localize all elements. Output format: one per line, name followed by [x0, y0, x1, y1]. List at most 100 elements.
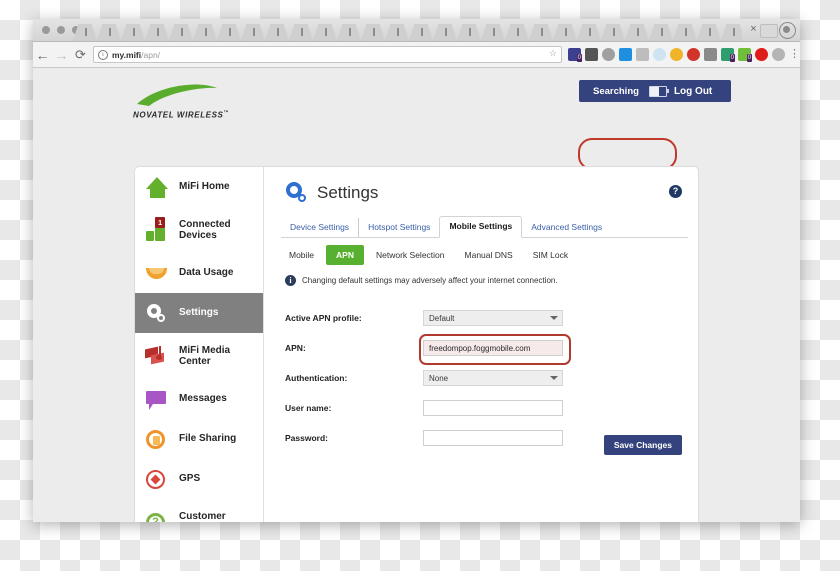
browser-tab[interactable] [457, 24, 481, 41]
sidebar-item-label: Data Usage [179, 267, 234, 279]
close-window-button[interactable] [42, 26, 50, 34]
field-label: Active APN profile: [285, 313, 362, 323]
browser-tab[interactable] [385, 24, 409, 41]
browser-tab[interactable] [601, 24, 625, 41]
tab-close-icon[interactable]: × [747, 23, 760, 36]
browser-tab[interactable] [73, 24, 97, 41]
browser-tab[interactable] [265, 24, 289, 41]
tab-hotspot-settings[interactable]: Hotspot Settings [359, 218, 439, 237]
main-panel: Settings ? Device Settings Hotspot Settin… [263, 167, 698, 522]
extension-8[interactable] [687, 48, 700, 61]
extension-11[interactable]: 0 [738, 48, 752, 62]
browser-tab[interactable] [649, 24, 673, 41]
browser-tab[interactable] [721, 24, 742, 41]
minimize-window-button[interactable] [57, 26, 65, 34]
subtab-sim-lock[interactable]: SIM Lock [525, 246, 576, 264]
browser-tab[interactable] [361, 24, 385, 41]
extension-5[interactable] [636, 48, 649, 61]
sidebar-item-label: MiFi Media Center [179, 344, 231, 368]
info-circle-icon[interactable]: i [98, 49, 108, 60]
browser-tab-strip[interactable] [73, 19, 742, 41]
extension-13[interactable] [772, 48, 785, 61]
extension-12[interactable] [755, 48, 768, 61]
apn-input[interactable]: freedompop.foggmobile.com [423, 340, 563, 356]
extension-2[interactable] [585, 48, 598, 61]
gear-icon [145, 301, 170, 326]
star-icon[interactable]: ☆ [549, 48, 557, 59]
sidebar-item-gps[interactable]: GPS [135, 459, 263, 499]
browser-window: × ← → ⟳ i my.mifi/apn/ ☆ 0 0 0 ⋮ NOVATEL W… [33, 19, 800, 522]
browser-tab[interactable] [433, 24, 457, 41]
authentication-select[interactable]: None [423, 370, 563, 386]
browser-tab[interactable] [505, 24, 529, 41]
browser-tab[interactable] [673, 24, 697, 41]
tab-device-settings[interactable]: Device Settings [281, 218, 360, 237]
subtab-manual-dns[interactable]: Manual DNS [457, 246, 521, 264]
extension-icons[interactable]: 0 0 0 [568, 48, 789, 62]
media-icon [145, 344, 170, 369]
browser-tab[interactable] [553, 24, 577, 41]
browser-tab[interactable] [169, 24, 193, 41]
mobile-subtabs[interactable]: Mobile APN Network Selection Manual DNS SIM … [281, 245, 576, 265]
subtab-mobile[interactable]: Mobile [281, 246, 322, 264]
sidebar-item-messages[interactable]: Messages [135, 379, 263, 419]
browser-tab[interactable] [577, 24, 601, 41]
sidebar-item-data-usage[interactable]: Data Usage [135, 253, 263, 293]
sidebar-item-mifi-home[interactable]: MiFi Home [135, 167, 263, 207]
browser-tab[interactable] [481, 24, 505, 41]
browser-tab[interactable] [313, 24, 337, 41]
field-control: None [423, 370, 563, 386]
sidebar-item-customer-support[interactable]: ? CustomerSupport [135, 499, 263, 522]
save-changes-button[interactable]: Save Changes [603, 435, 682, 455]
new-tab-button[interactable] [760, 24, 778, 38]
subtab-network-selection[interactable]: Network Selection [368, 246, 453, 264]
extension-10[interactable]: 0 [721, 48, 735, 62]
user-name-input[interactable] [423, 400, 563, 416]
extension-3[interactable] [602, 48, 615, 61]
browser-tab[interactable] [625, 24, 649, 41]
extension-4[interactable] [619, 48, 632, 61]
browser-tab[interactable] [289, 24, 313, 41]
settings-tabs[interactable]: Device Settings Hotspot Settings Mobile Se… [281, 215, 688, 238]
field-control [423, 430, 563, 446]
notice-message: i Changing default settings may adversel… [285, 275, 558, 286]
connected-devices-badge: 1 [155, 216, 166, 228]
extension-1[interactable]: 0 [568, 48, 582, 62]
extension-6[interactable] [653, 48, 666, 61]
browser-tab[interactable] [121, 24, 145, 41]
sidebar-item-mifi-media-center[interactable]: MiFi Media Center [135, 333, 263, 379]
profile-icon[interactable] [779, 22, 796, 39]
forward-arrow-icon[interactable]: → [52, 48, 71, 62]
help-icon[interactable]: ? [669, 185, 682, 198]
sidebar-item-label: File Sharing [179, 433, 237, 445]
tab-advanced-settings[interactable]: Advanced Settings [522, 218, 611, 237]
sidebar-item-settings[interactable]: Settings [135, 293, 263, 333]
extension-badge: 0 [746, 54, 752, 62]
reload-icon[interactable]: ⟳ [71, 48, 90, 61]
browser-tab[interactable] [529, 24, 553, 41]
sidebar-item-connected-devices[interactable]: 1 Connected Devices [135, 207, 263, 253]
subtab-apn[interactable]: APN [326, 245, 364, 265]
chevron-down-icon [550, 376, 558, 380]
browser-tab[interactable] [97, 24, 121, 41]
extension-7[interactable] [670, 48, 683, 61]
sidebar-item-file-sharing[interactable]: File Sharing [135, 419, 263, 459]
browser-tab[interactable] [217, 24, 241, 41]
active-apn-profile-select[interactable]: Default [423, 310, 563, 326]
form-row: User name: [285, 397, 682, 419]
browser-tab[interactable] [145, 24, 169, 41]
browser-tab[interactable] [241, 24, 265, 41]
address-bar[interactable]: i my.mifi/apn/ ☆ [93, 46, 562, 63]
back-arrow-icon[interactable]: ← [33, 48, 52, 62]
extension-9[interactable] [704, 48, 717, 61]
browser-tab[interactable] [697, 24, 721, 41]
browser-toolbar: ← → ⟳ i my.mifi/apn/ ☆ 0 0 0 ⋮ [33, 42, 800, 68]
tab-mobile-settings[interactable]: Mobile Settings [439, 216, 523, 238]
novatel-logo: NOVATEL WIRELESS™ [131, 82, 251, 124]
browser-tab[interactable] [337, 24, 361, 41]
browser-tab[interactable] [193, 24, 217, 41]
logout-button[interactable]: Log Out [674, 86, 712, 97]
browser-tab[interactable] [409, 24, 433, 41]
kebab-menu-icon[interactable]: ⋮ [789, 49, 800, 60]
password-input[interactable] [423, 430, 563, 446]
